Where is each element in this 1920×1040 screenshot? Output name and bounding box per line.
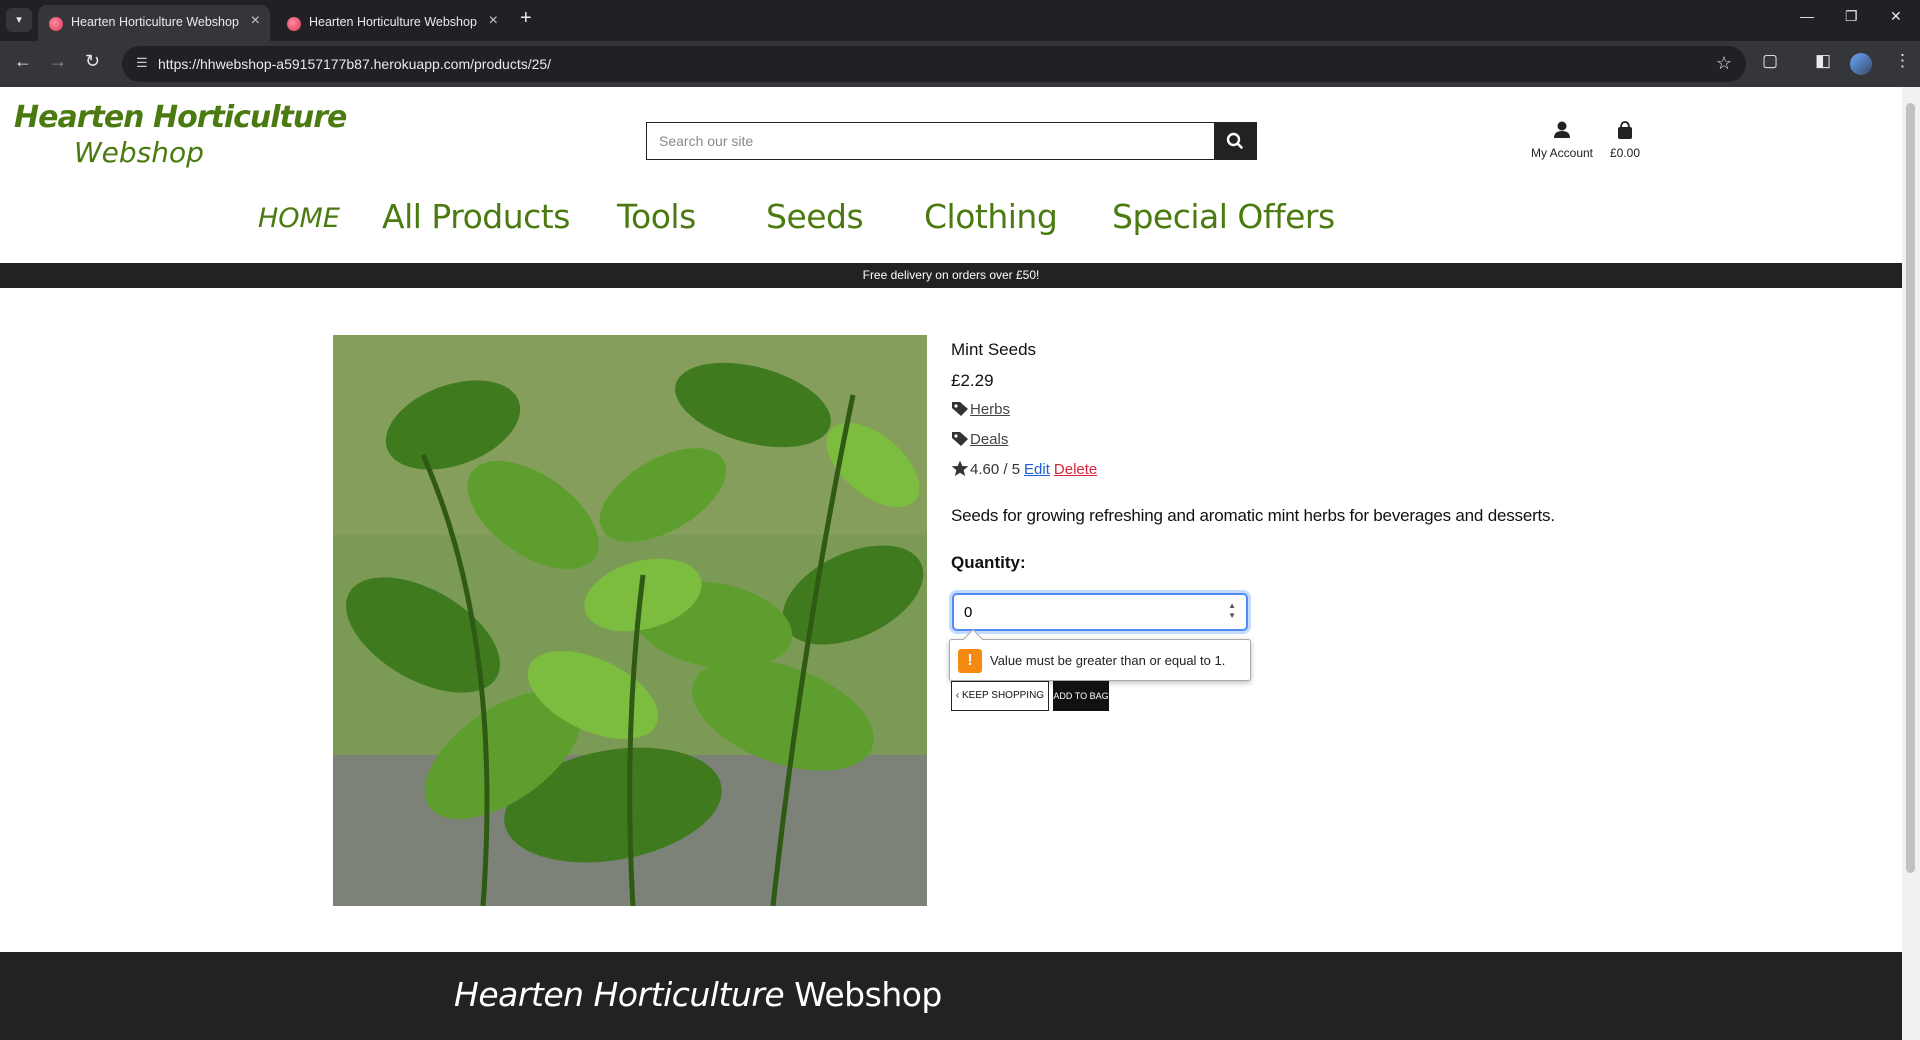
quantity-label: Quantity: <box>951 553 1026 572</box>
forward-icon[interactable]: → <box>49 51 67 72</box>
validation-tooltip: ! Value must be greater than or equal to… <box>949 639 1251 681</box>
browser-tab-2[interactable]: Hearten Horticulture Webshop × <box>276 5 508 41</box>
close-tab-icon[interactable]: × <box>251 12 260 30</box>
tag-link[interactable]: Deals <box>970 431 1008 448</box>
product-name: Mint Seeds <box>951 340 1037 359</box>
url-text: https://hhwebshop-a59157177b87.herokuapp… <box>158 56 552 72</box>
browser-menu-icon[interactable]: ⋮ <box>1894 51 1911 71</box>
footer-logo-light: Webshop <box>794 975 942 1014</box>
close-tab-icon[interactable]: × <box>489 12 498 30</box>
extensions-icon[interactable]: ▢ <box>1762 51 1778 71</box>
profile-avatar[interactable] <box>1850 53 1872 75</box>
site-info-icon[interactable]: ☰ <box>136 55 148 71</box>
validation-message: Value must be greater than or equal to 1… <box>990 653 1226 668</box>
bag-total: £0.00 <box>1609 146 1641 160</box>
tag-icon <box>952 402 968 416</box>
tab-search-button[interactable]: ▾ <box>6 8 32 32</box>
new-tab-button[interactable]: + <box>520 7 532 30</box>
product-image <box>333 335 927 906</box>
shopping-bag-link[interactable]: £0.00 <box>1604 120 1646 160</box>
tab-title: Hearten Horticulture Webshop <box>71 15 239 29</box>
search-button[interactable] <box>1214 123 1256 159</box>
footer-logo: Hearten Horticulture Webshop <box>454 975 942 1014</box>
nav-clothing[interactable]: Clothing <box>924 197 1058 236</box>
address-bar[interactable]: ☰ https://hhwebshop-a59157177b87.herokua… <box>122 46 1746 82</box>
product-category[interactable]: Herbs <box>951 401 1010 419</box>
restore-icon[interactable]: ❐ <box>1845 8 1858 25</box>
quantity-stepper[interactable]: ▲ ▼ <box>1228 601 1236 621</box>
product-rating: 4.60 / 5 Edit Delete <box>951 460 1097 478</box>
nav-seeds[interactable]: Seeds <box>766 197 864 236</box>
back-icon[interactable]: ← <box>14 51 32 72</box>
reload-icon[interactable]: ↻ <box>85 51 100 72</box>
favicon-icon <box>287 17 301 31</box>
bookmark-star-icon[interactable]: ☆ <box>1716 53 1732 74</box>
browser-tab-1[interactable]: Hearten Horticulture Webshop × <box>38 5 270 41</box>
my-account-link[interactable]: My Account <box>1530 120 1594 160</box>
category-link[interactable]: Herbs <box>970 401 1010 418</box>
minimize-icon[interactable]: — <box>1800 8 1814 24</box>
scrollbar-thumb[interactable] <box>1906 103 1915 873</box>
nav-special-offers[interactable]: Special Offers <box>1112 197 1335 236</box>
close-window-icon[interactable]: ✕ <box>1890 8 1902 25</box>
product-description: Seeds for growing refreshing and aromati… <box>951 506 1555 525</box>
my-account-label: My Account <box>1530 146 1594 160</box>
search-icon <box>1226 132 1243 149</box>
side-panel-icon[interactable]: ◧ <box>1815 51 1831 71</box>
keep-shopping-label: KEEP SHOPPING <box>962 690 1045 701</box>
tag-icon <box>952 432 968 446</box>
footer <box>0 952 1902 1040</box>
page-content: Hearten Horticulture Webshop My Account … <box>0 87 1902 1040</box>
logo-line2: Webshop <box>74 136 204 169</box>
shopping-bag-icon <box>1618 121 1632 139</box>
user-icon <box>1554 121 1570 138</box>
logo-line1: Hearten Horticulture <box>14 100 347 135</box>
product-tag[interactable]: Deals <box>951 431 1008 449</box>
browser-toolbar: ← → ↻ ☰ https://hhwebshop-a59157177b87.h… <box>0 41 1920 87</box>
favicon-icon <box>49 17 63 31</box>
browser-tab-bar: ▾ Hearten Horticulture Webshop × Hearten… <box>0 0 1920 41</box>
quantity-input-wrapper: ▲▼ <box>952 593 1248 631</box>
search-form <box>646 122 1257 160</box>
warning-icon: ! <box>958 649 982 673</box>
star-icon <box>951 460 969 476</box>
page-scrollbar[interactable] <box>1902 87 1920 1040</box>
rating-value: 4.60 / 5 <box>970 461 1021 478</box>
footer-logo-bold: Hearten Horticulture <box>454 975 785 1014</box>
site-logo[interactable]: Hearten Horticulture Webshop <box>14 100 347 169</box>
product-price: £2.29 <box>951 371 994 390</box>
keep-shopping-button[interactable]: ‹ KEEP SHOPPING <box>951 681 1049 711</box>
tab-title: Hearten Horticulture Webshop <box>309 15 477 29</box>
add-to-bag-button[interactable]: ADD TO BAG <box>1053 681 1109 711</box>
nav-tools[interactable]: Tools <box>617 197 696 236</box>
edit-product-link[interactable]: Edit <box>1024 461 1050 478</box>
search-input[interactable] <box>647 123 1211 159</box>
quantity-input[interactable] <box>964 602 1204 622</box>
nav-all-products[interactable]: All Products <box>382 197 570 236</box>
nav-home[interactable]: HOME <box>258 203 340 234</box>
delivery-banner: Free delivery on orders over £50! <box>0 263 1902 288</box>
delete-product-link[interactable]: Delete <box>1054 461 1097 478</box>
